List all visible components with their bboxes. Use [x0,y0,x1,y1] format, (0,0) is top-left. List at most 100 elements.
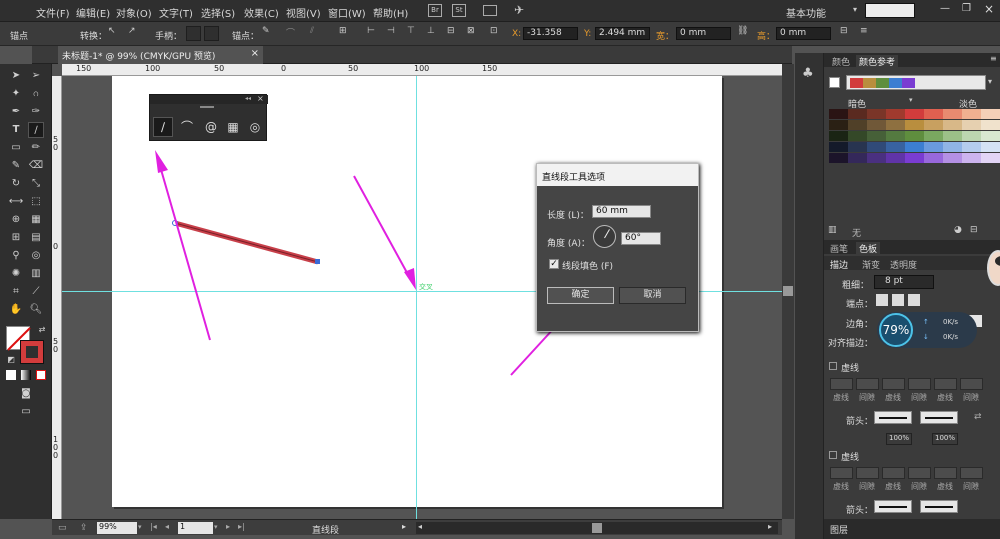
artboard-tool-icon[interactable]: ⌗ [8,284,24,300]
angle-dial[interactable] [593,225,616,248]
stroke-swatch[interactable] [20,340,44,364]
menu-file[interactable]: 文件(F) [36,5,70,20]
show-handles-button[interactable] [186,26,201,41]
direct-selection-tool-icon[interactable]: ➢ [28,68,44,84]
rectangular-grid-tool-icon[interactable]: ▦ [223,117,243,137]
pencil-tool-icon[interactable]: ✎ [8,158,24,174]
dash-field[interactable] [882,378,905,390]
convert-corner-icon[interactable]: ↖ [108,26,123,41]
dash-field[interactable] [830,378,853,390]
swap-arrowheads-icon[interactable]: ⇄ [974,412,982,422]
dash-field[interactable] [830,467,853,479]
swap-colors-icon[interactable]: ⇄ [34,322,50,338]
gap-field[interactable] [960,467,983,479]
base-color-swatch[interactable] [829,77,840,88]
tab-brushes[interactable]: 画笔 [830,242,848,255]
close-tab-icon[interactable]: × [251,48,259,59]
align-bottom-icon[interactable]: ⊠ [467,26,482,41]
butt-cap-button[interactable] [876,294,888,306]
draw-mode-icon[interactable]: ◙ [18,386,34,402]
end-arrowhead-dropdown[interactable] [920,500,958,513]
harmony-dropdown-icon[interactable]: ▾ [988,77,992,86]
scale-tool-icon[interactable]: ⤡ [28,176,44,192]
harmony-rules-dropdown[interactable] [846,75,986,90]
shape-builder-tool-icon[interactable]: ⊕ [8,212,24,228]
start-arrowhead-dropdown[interactable] [874,411,912,424]
selection-tool-icon[interactable]: ➤ [8,68,24,84]
dashed-line-checkbox[interactable] [829,362,837,370]
width-field[interactable]: 0 mm [676,27,731,40]
artboard-number-field[interactable]: 1 [178,522,213,534]
variation-dropdown-icon[interactable]: ▾ [909,96,913,104]
artboard-dropdown-icon[interactable]: ▾ [214,523,218,531]
canvas-workspace[interactable]: 交叉 ◂◂ × ∕ ⌒ @ ▦ ◎ 直线段工具选项 长度 (L)： 60 mm … [62,76,782,519]
last-artboard-icon[interactable]: ▸| [238,522,245,531]
dash-field[interactable] [934,467,957,479]
menu-effect[interactable]: 效果(C) [244,5,279,20]
dashed-line-checkbox[interactable] [829,451,837,459]
share-icon[interactable]: ⇪ [80,523,88,533]
search-input[interactable] [865,3,915,18]
document-tab[interactable]: 未标题-1* @ 99% (CMYK/GPU 预览) × [58,46,263,64]
gap-field[interactable] [960,378,983,390]
save-group-icon[interactable]: ⊟ [970,225,978,235]
minimize-button[interactable]: — [940,3,950,14]
line-segment-tool-icon[interactable]: ∕ [153,117,173,137]
zoom-field[interactable]: 99% [97,522,137,534]
symbols-club-icon[interactable]: ♣ [802,66,814,81]
y-field[interactable]: 2.494 mm [595,27,650,40]
menu-edit[interactable]: 编辑(E) [76,5,110,20]
vertical-scrollbar[interactable] [782,64,794,519]
slice-tool-icon[interactable]: ⟋ [28,284,44,300]
fill-line-checkbox[interactable]: ✓ [549,259,559,269]
close-icon[interactable]: × [257,94,264,103]
spiral-tool-icon[interactable]: @ [201,117,221,137]
tab-color[interactable]: 颜色 [832,55,850,68]
color-mode-icon[interactable] [6,370,16,380]
tab-stroke[interactable]: 描边 [830,258,848,271]
projecting-cap-button[interactable] [908,294,920,306]
line-segment-tool-icon[interactable]: ∕ [28,122,44,138]
tab-layers[interactable]: 图层 [830,523,848,536]
free-transform-tool-icon[interactable]: ⬚ [28,194,44,210]
start-scale-field[interactable]: 100% [886,433,912,445]
type-tool-icon[interactable]: T [8,122,24,138]
hide-handles-button[interactable] [204,26,219,41]
swatch-library-icon[interactable]: ▥ [828,225,837,235]
magic-wand-tool-icon[interactable]: ✦ [8,86,24,102]
x-field[interactable]: -31.358 [523,27,578,40]
arc-tool-icon[interactable]: ⌒ [177,117,197,137]
tab-color-guide[interactable]: 颜色参考 [856,55,899,68]
menu-help[interactable]: 帮助(H) [373,5,408,20]
align-top-icon[interactable]: ⊥ [427,26,442,41]
status-menu-icon[interactable]: ▸ [402,522,406,531]
round-cap-button[interactable] [892,294,904,306]
convert-smooth-icon[interactable]: ↗ [128,26,143,41]
none-mode-icon[interactable] [36,370,46,380]
hand-tool-icon[interactable]: ✋ [8,302,24,318]
gradient-tool-icon[interactable]: ▤ [28,230,44,246]
transform-grid-icon[interactable]: ⊞ [339,26,354,41]
zoom-tool-icon[interactable]: 🔍︎ [28,302,44,318]
cut-path-icon[interactable]: ⫽ [310,26,325,41]
end-arrowhead-dropdown[interactable] [920,411,958,424]
remove-anchor-icon[interactable]: ✎ [262,26,277,41]
next-artboard-icon[interactable]: ▸ [226,522,230,531]
curvature-tool-icon[interactable]: ✑ [28,104,44,120]
end-scale-field[interactable]: 100% [932,433,958,445]
menu-select[interactable]: 选择(S) [201,5,235,20]
network-monitor-widget[interactable]: 79% ↑ 0K/s ↓ 0K/s [877,312,977,348]
angle-input[interactable]: 60° [621,232,661,245]
align-left-icon[interactable]: ⊢ [367,26,382,41]
rectangle-tool-icon[interactable]: ▭ [8,140,24,156]
dash-field[interactable] [882,467,905,479]
restore-button[interactable]: ❐ [962,3,971,14]
first-artboard-icon[interactable]: |◂ [150,522,157,531]
width-tool-icon[interactable]: ⟷ [8,194,24,210]
screen-mode-icon[interactable]: ▭ [18,404,34,420]
align-center-icon[interactable]: ⊣ [387,26,402,41]
length-input[interactable]: 60 mm [592,205,651,218]
height-field[interactable]: 0 mm [776,27,831,40]
reference-point-icon[interactable]: ⊡ [490,26,505,41]
mesh-tool-icon[interactable]: ⊞ [8,230,24,246]
